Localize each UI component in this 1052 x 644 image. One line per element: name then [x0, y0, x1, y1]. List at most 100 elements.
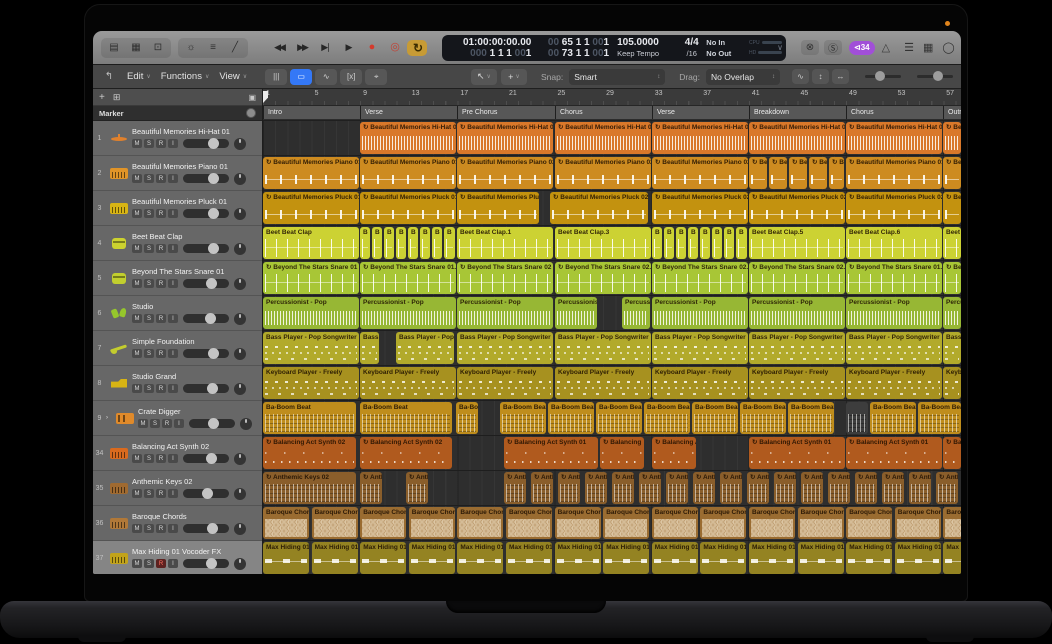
region[interactable]: Max Hiding 01 V [506, 542, 552, 574]
arrangement-marker-pre-chorus[interactable]: Pre Chorus [457, 106, 555, 119]
region[interactable]: ↻ Balancing Act Synth 01 [504, 437, 598, 469]
region[interactable]: ↻ Beyond The Stars Snare 01.1 [360, 262, 456, 294]
menu-functions[interactable]: Functions∨ [157, 69, 214, 84]
region[interactable]: ↻ Anthe [882, 472, 904, 504]
region[interactable]: ↻ Beautiful Memories Pluck 02.2 [652, 192, 748, 224]
volume-slider[interactable] [183, 244, 229, 253]
region[interactable]: ↻ Anthe [747, 472, 769, 504]
track-name[interactable]: Beet Beat Clap [132, 232, 258, 241]
region[interactable]: ↻ Beautiful Memories Hi-Hat 02.2 [749, 122, 845, 154]
volume-slider[interactable] [183, 559, 229, 568]
mute-button[interactable]: M [132, 244, 142, 253]
region[interactable]: Max Hiding 01 V [749, 542, 795, 574]
region[interactable]: ↻ Be [809, 157, 827, 189]
region[interactable]: Ba-Boom Beat [740, 402, 786, 434]
snap-dropdown[interactable]: Smart↕ [569, 69, 665, 85]
mute-button[interactable]: M [132, 524, 142, 533]
record-enable-button[interactable]: R [156, 524, 166, 533]
lcd-display[interactable]: 01:00:00:00.00 000 1 1 1 001 00 65 1 1 0… [442, 35, 786, 61]
mute-button[interactable]: M [132, 279, 142, 288]
pan-knob[interactable] [234, 558, 246, 570]
region[interactable]: Percussionist - Pop [457, 297, 553, 329]
discard-recording-icon[interactable]: ⊗ [801, 40, 819, 55]
track-name[interactable]: Balancing Act Synth 02 [132, 442, 258, 451]
menu-view[interactable]: View∨ [215, 69, 251, 84]
region[interactable]: ↻ Be [749, 157, 767, 189]
input-monitor-button[interactable]: I [168, 279, 178, 288]
solo-mode-icon[interactable]: Ⓢ [824, 40, 842, 55]
region[interactable]: Percus [943, 297, 961, 329]
record-enable-button[interactable]: R [156, 384, 166, 393]
go-to-end-button[interactable]: ▶∣ [315, 40, 335, 56]
region[interactable]: Percussionist - Pop [846, 297, 942, 329]
region[interactable]: ↻ Beyond The Stars Snare 02.3 [749, 262, 845, 294]
track-name[interactable]: Anthemic Keys 02 [132, 477, 258, 486]
automation-icon[interactable]: ∿ [315, 69, 337, 85]
vertical-auto-zoom-icon[interactable]: ↕ [812, 69, 829, 84]
record-enable-button[interactable]: R [156, 139, 166, 148]
region[interactable]: ↻ Balancing Act Synth 01 [749, 437, 845, 469]
arrangement-marker-verse[interactable]: Verse [360, 106, 457, 119]
mixer-icon[interactable]: ≡ [203, 40, 223, 56]
input-monitor-button[interactable]: I [168, 454, 178, 463]
region[interactable]: ↻ Balancing Act Synth 02 [360, 437, 452, 469]
list-editors-icon[interactable]: ☰ [904, 41, 914, 54]
horizontal-auto-zoom-icon[interactable]: ↔ [832, 69, 849, 84]
region[interactable]: ↻ Balancing Act [652, 437, 696, 469]
track-header-34[interactable]: 34Balancing Act Synth 02MSRI [93, 436, 262, 471]
solo-button[interactable]: S [144, 489, 154, 498]
input-monitor-button[interactable]: I [168, 314, 178, 323]
input-monitor-button[interactable]: I [168, 524, 178, 533]
solo-button[interactable]: S [144, 349, 154, 358]
lcd-chevron-icon[interactable]: ∨ [777, 43, 783, 52]
input-monitor-button[interactable]: I [168, 244, 178, 253]
region[interactable]: B [444, 227, 455, 259]
region[interactable]: ↻ Beautiful Memories Hi-Hat 02.1 [555, 122, 651, 154]
input-monitor-button[interactable]: I [168, 209, 178, 218]
rewind-button[interactable]: ◀◀ [269, 40, 289, 56]
pan-knob[interactable] [234, 243, 246, 255]
region[interactable]: Ba-Boom Beat [263, 402, 356, 434]
forward-button[interactable]: ▶▶ [292, 40, 312, 56]
mute-button[interactable]: M [132, 349, 142, 358]
solo-button[interactable]: S [144, 559, 154, 568]
pan-knob[interactable] [234, 313, 246, 325]
region[interactable]: ↻ Beautiful Memories Pluck 02.3 [749, 192, 845, 224]
region[interactable]: Baroque Chords [360, 507, 406, 539]
region[interactable]: Bass P [360, 332, 379, 364]
mute-button[interactable]: M [138, 419, 148, 428]
region[interactable]: Baroque Chords [457, 507, 503, 539]
region[interactable]: ↻ Beautiful Memories Piano 02 [457, 157, 553, 189]
region[interactable]: Beet Beat Clap.6 [846, 227, 942, 259]
input-monitor-button[interactable]: I [168, 559, 178, 568]
region[interactable]: Baroque Chords [700, 507, 746, 539]
region[interactable]: ↻ Anthe [585, 472, 607, 504]
region[interactable] [846, 402, 868, 434]
region[interactable]: Max Hiding 01 V [652, 542, 698, 574]
solo-button[interactable]: S [150, 419, 160, 428]
arrangement-marker-breakdown[interactable]: Breakdown [749, 106, 846, 119]
region[interactable]: Percuss [622, 297, 650, 329]
input-monitor-button[interactable]: I [168, 384, 178, 393]
pan-knob[interactable] [234, 488, 246, 500]
region[interactable]: Ba-Boom Beat [360, 402, 452, 434]
track-header-8[interactable]: 8Studio GrandMSRI [93, 366, 262, 401]
region[interactable]: ↻ Beautiful Memories Hi-Hat 03.1 [360, 122, 456, 154]
region[interactable]: Bass Player - Pop Songwriter [846, 332, 942, 364]
region[interactable]: Baroque Chords [749, 507, 795, 539]
solo-button[interactable]: S [144, 139, 154, 148]
region[interactable]: ↻ Beautiful Memories Piano 01.2 [846, 157, 942, 189]
region[interactable]: Max Hiding 01 V [846, 542, 892, 574]
region[interactable]: ↻ Beautiful Memories Hi-Hat 02.2 [652, 122, 748, 154]
arrangement-marker-verse[interactable]: Verse [652, 106, 749, 119]
region[interactable]: Keyboard Player - Freely [263, 367, 359, 399]
import-icon[interactable]: ⊡ [148, 40, 168, 56]
input-monitor-button[interactable]: I [174, 419, 184, 428]
region[interactable]: ↻ Anthemic Keys 02 [263, 472, 356, 504]
region[interactable]: ↻ Beautiful Memories Pluck 02 [457, 192, 539, 224]
region[interactable]: Keyb [943, 367, 961, 399]
menu-edit[interactable]: Edit∨ [123, 69, 155, 84]
region[interactable]: Percussionist - P [555, 297, 597, 329]
track-stacks-icon[interactable]: ⌖ [365, 69, 387, 85]
region[interactable]: ↻ Balancing Act Synth 02 [263, 437, 356, 469]
